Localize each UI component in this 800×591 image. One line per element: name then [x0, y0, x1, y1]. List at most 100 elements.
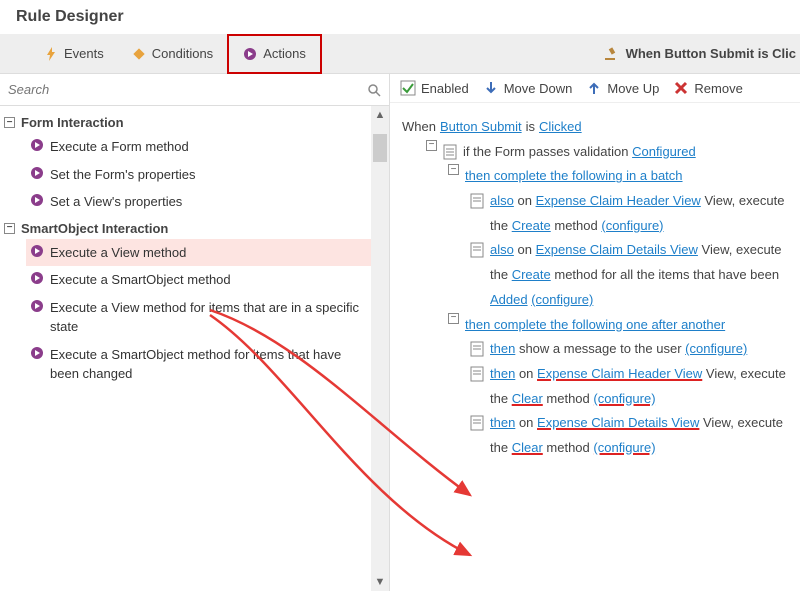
tab-actions[interactable]: Actions — [227, 34, 322, 74]
link-view[interactable]: Expense Claim Header View — [536, 193, 701, 208]
left-panel: − Form Interaction Execute a Form method… — [0, 74, 390, 591]
link-then[interactable]: then — [490, 415, 515, 430]
link-also[interactable]: also — [490, 242, 514, 257]
tab-label: Conditions — [152, 46, 213, 61]
link-method[interactable]: Clear — [512, 440, 543, 455]
checkbox-checked-icon — [400, 80, 416, 96]
link-configure[interactable]: (configure) — [685, 341, 747, 356]
page-header: Rule Designer — [0, 0, 800, 34]
text: method — [554, 218, 597, 233]
move-up-button[interactable]: Move Up — [586, 80, 659, 96]
link-view[interactable]: Expense Claim Details View — [536, 242, 698, 257]
rule-action-line: also on Expense Claim Details View View,… — [470, 238, 792, 312]
category-form-interaction: − Form Interaction Execute a Form method… — [4, 112, 371, 216]
link-method[interactable]: Create — [512, 267, 551, 282]
document-icon — [470, 415, 484, 431]
document-icon — [470, 193, 484, 209]
arrow-circle-icon — [30, 193, 44, 207]
arrow-circle-icon — [30, 244, 44, 258]
action-item[interactable]: Execute a View method for items that are… — [26, 294, 371, 341]
link-button-submit[interactable]: Button Submit — [440, 115, 522, 140]
link-view[interactable]: Expense Claim Header View — [537, 366, 702, 381]
link-configure[interactable]: (configure) — [601, 218, 663, 233]
link-method[interactable]: Create — [512, 218, 551, 233]
scroll-up-icon[interactable]: ▲ — [371, 106, 389, 124]
link-then-batch[interactable]: then complete the following in a batch — [465, 168, 683, 183]
diamond-icon — [132, 47, 146, 61]
link-method[interactable]: Clear — [512, 391, 543, 406]
collapse-icon[interactable]: − — [448, 164, 459, 175]
item-label: Execute a Form method — [50, 137, 189, 157]
gavel-icon — [604, 46, 620, 62]
text: if the Form passes validation — [463, 144, 628, 159]
text: is — [526, 115, 535, 140]
move-down-button[interactable]: Move Down — [483, 80, 573, 96]
action-item[interactable]: Execute a Form method — [26, 133, 371, 161]
action-item[interactable]: Execute a SmartObject method — [26, 266, 371, 294]
document-icon — [470, 341, 484, 357]
link-then[interactable]: then — [490, 366, 515, 381]
right-panel: Enabled Move Down Move Up Remove When Bu… — [390, 74, 800, 591]
tab-events[interactable]: Events — [30, 34, 118, 74]
arrow-circle-icon — [30, 299, 44, 313]
text: method for all the items that have been — [554, 267, 779, 282]
toolbar: Enabled Move Down Move Up Remove — [390, 74, 800, 103]
document-icon — [470, 366, 484, 382]
text: method — [546, 391, 589, 406]
scrollbar[interactable]: ▲ ▼ — [371, 106, 389, 591]
rule-then-sequence-node: − then complete the following one after … — [448, 313, 792, 338]
remove-button[interactable]: Remove — [673, 80, 742, 96]
item-label: Execute a View method for items that are… — [50, 298, 367, 337]
action-item[interactable]: Execute a SmartObject method for items t… — [26, 341, 371, 388]
arrow-circle-icon — [30, 346, 44, 360]
item-label: Execute a SmartObject method — [50, 270, 231, 290]
text: on — [519, 366, 533, 381]
category-header[interactable]: − SmartObject Interaction — [4, 218, 371, 239]
link-then[interactable]: then — [490, 341, 515, 356]
scrollbar-thumb[interactable] — [373, 134, 387, 162]
tab-conditions[interactable]: Conditions — [118, 34, 227, 74]
document-icon — [470, 242, 484, 258]
link-added[interactable]: Added — [490, 292, 528, 307]
item-label: Set the Form's properties — [50, 165, 196, 185]
collapse-icon[interactable]: − — [448, 313, 459, 324]
text: show a message to the user — [519, 341, 682, 356]
arrow-up-icon — [586, 80, 602, 96]
link-clicked[interactable]: Clicked — [539, 115, 582, 140]
arrow-down-icon — [483, 80, 499, 96]
text: on — [517, 193, 531, 208]
collapse-icon[interactable]: − — [426, 140, 437, 151]
search-row — [0, 74, 389, 106]
link-then-sequence[interactable]: then complete the following one after an… — [465, 317, 725, 332]
arrow-circle-icon — [243, 47, 257, 61]
action-item[interactable]: Set the Form's properties — [26, 161, 371, 189]
action-item[interactable]: Set a View's properties — [26, 188, 371, 216]
search-icon[interactable] — [367, 83, 381, 97]
rule-action-line: then on Expense Claim Header View View, … — [470, 362, 792, 411]
enabled-toggle[interactable]: Enabled — [400, 80, 469, 96]
action-item-execute-view-method[interactable]: Execute a View method — [26, 239, 371, 267]
category-label: Form Interaction — [21, 115, 124, 130]
tool-label: Move Down — [504, 81, 573, 96]
scroll-down-icon[interactable]: ▼ — [371, 573, 389, 591]
category-label: SmartObject Interaction — [21, 221, 168, 236]
link-configure[interactable]: (configure) — [531, 292, 593, 307]
search-input[interactable] — [8, 82, 367, 97]
collapse-icon[interactable]: − — [4, 117, 15, 128]
tool-label: Remove — [694, 81, 742, 96]
category-header[interactable]: − Form Interaction — [4, 112, 371, 133]
arrow-circle-icon — [30, 138, 44, 152]
page-title: Rule Designer — [16, 8, 784, 26]
link-configure[interactable]: (configure) — [593, 391, 655, 406]
document-icon — [443, 144, 457, 160]
link-also[interactable]: also — [490, 193, 514, 208]
item-label: Execute a SmartObject method for items t… — [50, 345, 367, 384]
text: method — [546, 440, 589, 455]
link-configure[interactable]: (configure) — [593, 440, 655, 455]
link-view[interactable]: Expense Claim Details View — [537, 415, 699, 430]
collapse-icon[interactable]: − — [4, 223, 15, 234]
link-configured[interactable]: Configured — [632, 144, 696, 159]
rule-then-batch-node: − then complete the following in a batch — [448, 164, 792, 189]
tool-label: Enabled — [421, 81, 469, 96]
category-smartobject-interaction: − SmartObject Interaction Execute a View… — [4, 218, 371, 388]
